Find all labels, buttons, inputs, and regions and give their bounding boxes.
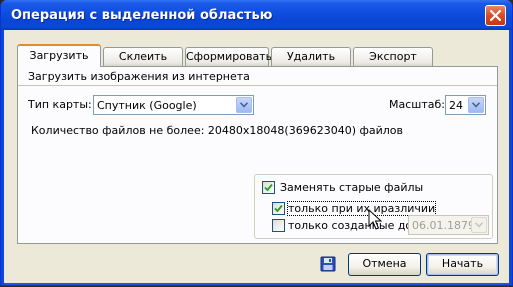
dialog-window: Операция с выделенной областью Загрузить… bbox=[0, 0, 513, 286]
tab-label: Экспорт bbox=[369, 50, 417, 63]
section-title: Загрузить изображения из интернета bbox=[28, 70, 250, 83]
tab-label: Сформировать bbox=[186, 50, 273, 63]
files-count-info: Количество файлов не более: 20480x18048(… bbox=[31, 124, 404, 137]
tab-form[interactable]: Сформировать bbox=[185, 47, 273, 66]
zoom-select[interactable]: 24 bbox=[445, 95, 486, 115]
date-picker[interactable]: 06.01.1879 bbox=[408, 215, 489, 235]
cancel-button[interactable]: Отмена bbox=[348, 253, 421, 276]
title-bar[interactable]: Операция с выделенной областью bbox=[1, 0, 512, 30]
chevron-down-icon bbox=[475, 222, 483, 228]
date-value: 06.01.1879 bbox=[412, 219, 475, 232]
only-different-label[interactable]: только при их иразличии bbox=[286, 201, 437, 216]
only-created-before-label[interactable]: только созданные до bbox=[288, 219, 412, 232]
tab-panel-load: Загрузить изображения из интернета Тип к… bbox=[17, 66, 498, 244]
window-title: Операция с выделенной областью bbox=[11, 8, 273, 23]
mouse-cursor-icon bbox=[368, 209, 382, 230]
section-header: Загрузить изображения из интернета bbox=[18, 67, 497, 86]
tab-delete[interactable]: Удалить bbox=[271, 47, 351, 66]
tab-export[interactable]: Экспорт bbox=[353, 47, 433, 66]
tab-load[interactable]: Загрузить bbox=[17, 44, 101, 67]
tab-label: Загрузить bbox=[29, 49, 89, 62]
close-icon bbox=[490, 10, 501, 21]
map-type-label: Тип карты: bbox=[28, 98, 92, 111]
tab-glue[interactable]: Склеить bbox=[103, 47, 183, 66]
tab-label: Склеить bbox=[118, 50, 168, 63]
replace-old-checkbox[interactable] bbox=[262, 181, 275, 194]
chevron-down-icon bbox=[472, 102, 480, 108]
only-created-before-checkbox[interactable] bbox=[272, 219, 285, 232]
window-border-right bbox=[509, 30, 512, 285]
zoom-value: 24 bbox=[449, 99, 463, 112]
zoom-dropdown-button[interactable] bbox=[468, 97, 484, 113]
close-button[interactable] bbox=[485, 5, 506, 26]
window-border-left bbox=[1, 30, 4, 285]
zoom-label: Масштаб: bbox=[389, 98, 445, 111]
map-type-select[interactable]: Спутник (Google) bbox=[93, 95, 254, 115]
checkmark-icon bbox=[264, 183, 273, 192]
tab-label: Удалить bbox=[286, 50, 336, 63]
only-different-checkbox[interactable] bbox=[272, 202, 285, 215]
replace-old-label[interactable]: Заменять старые файлы bbox=[280, 181, 423, 194]
chevron-down-icon bbox=[240, 102, 248, 108]
checkmark-icon bbox=[274, 204, 283, 213]
map-type-dropdown-button[interactable] bbox=[236, 97, 252, 113]
map-type-value: Спутник (Google) bbox=[97, 99, 197, 112]
start-button[interactable]: Начать bbox=[426, 253, 499, 276]
date-dropdown-button[interactable] bbox=[471, 217, 487, 233]
floppy-disk-icon[interactable] bbox=[320, 256, 336, 272]
